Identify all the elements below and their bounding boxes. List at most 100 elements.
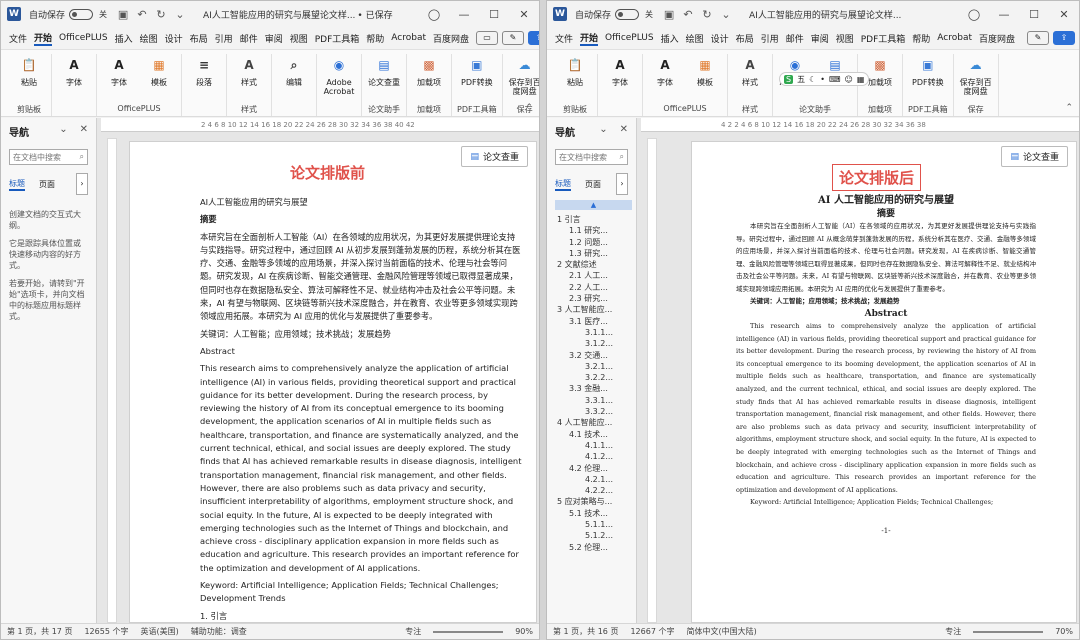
- ribbon-button[interactable]: ☁ 保存到百度网盘: [508, 54, 539, 97]
- nav-options-icon[interactable]: ⌄: [59, 124, 67, 139]
- outline-item[interactable]: 3.3 金融...: [547, 383, 636, 394]
- ribbon-button[interactable]: A 字体: [57, 54, 91, 88]
- nav-search-input[interactable]: 在文档中搜索 ⌕: [9, 149, 88, 165]
- focus-mode[interactable]: 专注: [945, 626, 961, 637]
- search-icon[interactable]: ⌕: [620, 152, 624, 162]
- ribbon-button[interactable]: 📋 粘贴: [12, 54, 46, 88]
- close-icon[interactable]: ✕: [1049, 8, 1079, 21]
- ribbon-button[interactable]: ▩ 加载项: [412, 54, 446, 88]
- outline-item[interactable]: 3.2 交通...: [547, 350, 636, 361]
- outline-item[interactable]: 4.1.1...: [547, 440, 636, 451]
- outline-item[interactable]: 2.1 人工...: [547, 270, 636, 281]
- outline-item[interactable]: 3.1.1...: [547, 327, 636, 338]
- menu-item[interactable]: 插入: [115, 32, 133, 45]
- menu-item[interactable]: 设计: [711, 32, 729, 45]
- menu-item[interactable]: OfficePLUS: [59, 33, 108, 43]
- outline-item[interactable]: 3.1.2...: [547, 338, 636, 349]
- ribbon-button[interactable]: ⌕ 编辑: [277, 54, 311, 88]
- outline-item[interactable]: 4.2 伦理...: [547, 463, 636, 474]
- autosave-toggle[interactable]: [615, 8, 640, 20]
- outline-item[interactable]: 3.2.2...: [547, 372, 636, 383]
- zoom-slider[interactable]: [433, 630, 504, 633]
- menu-item[interactable]: Acrobat: [937, 33, 972, 43]
- word-count[interactable]: 12655 个字: [84, 626, 128, 637]
- ribbon-button[interactable]: ≡ 段落: [187, 54, 221, 88]
- language[interactable]: 英语(美国): [140, 626, 178, 637]
- share-icon[interactable]: ⇪: [528, 31, 539, 45]
- editing-mode-icon[interactable]: ✎: [1027, 31, 1049, 45]
- menu-item[interactable]: 设计: [165, 32, 183, 45]
- menu-item[interactable]: 绘图: [686, 32, 704, 45]
- vertical-ruler[interactable]: [647, 138, 657, 623]
- close-icon[interactable]: ✕: [509, 8, 539, 21]
- ribbon-button[interactable]: A 字体: [648, 54, 682, 88]
- menu-item[interactable]: OfficePLUS: [605, 33, 654, 43]
- ribbon-button[interactable]: ▤ 论文查重: [367, 54, 401, 88]
- redo-icon[interactable]: ↻: [153, 8, 169, 21]
- ime-dot-icon[interactable]: •: [820, 75, 825, 84]
- outline-item[interactable]: 3.3.2...: [547, 406, 636, 417]
- ribbon-button[interactable]: ◉ Adobe Acrobat: [322, 54, 356, 97]
- comment-icon[interactable]: ▭: [476, 31, 499, 45]
- collapse-ribbon-icon[interactable]: ⌃: [525, 103, 533, 113]
- ime-mode-icon[interactable]: 五: [797, 74, 805, 85]
- share-icon[interactable]: ⇪: [1053, 31, 1075, 45]
- account-icon[interactable]: ◯: [419, 8, 449, 21]
- menu-item[interactable]: 帮助: [912, 32, 930, 45]
- autosave-toggle[interactable]: [69, 8, 94, 20]
- paper-check-button[interactable]: ▤ 论文查重: [461, 146, 528, 167]
- tab-headings[interactable]: 标题: [9, 178, 25, 191]
- menu-item[interactable]: 邮件: [240, 32, 258, 45]
- redo-icon[interactable]: ↻: [699, 8, 715, 21]
- outline-item[interactable]: 2.3 研究...: [547, 293, 636, 304]
- zoom-level[interactable]: 70%: [1055, 627, 1079, 636]
- outline-item[interactable]: 5 应对策略与...: [547, 496, 636, 507]
- outline-item[interactable]: 4.2.2...: [547, 485, 636, 496]
- undo-icon[interactable]: ↶: [134, 8, 150, 21]
- vertical-ruler[interactable]: [107, 138, 117, 623]
- ime-grid-icon[interactable]: ▦: [857, 75, 865, 84]
- menu-item[interactable]: PDF工具箱: [861, 32, 906, 45]
- minimize-icon[interactable]: —: [449, 8, 479, 21]
- menu-item[interactable]: 开始: [34, 31, 53, 46]
- ime-moon-icon[interactable]: ☾: [809, 75, 816, 84]
- ime-toolbar[interactable]: S 五 ☾ • ⌨ ☺ ▦: [779, 72, 870, 86]
- restore-icon[interactable]: ☐: [1019, 8, 1049, 21]
- menu-item[interactable]: 开始: [580, 31, 599, 46]
- outline-item[interactable]: 4.1 技术...: [547, 429, 636, 440]
- tab-headings[interactable]: 标题: [555, 178, 571, 191]
- menu-item[interactable]: 插入: [661, 32, 679, 45]
- outline-item[interactable]: 1.3 研究...: [547, 248, 636, 259]
- page-count[interactable]: 第 1 页，共 16 页: [553, 626, 618, 637]
- ribbon-button[interactable]: A 字体: [603, 54, 637, 88]
- minimize-icon[interactable]: —: [989, 8, 1019, 21]
- menu-item[interactable]: 百度网盘: [979, 32, 1015, 45]
- nav-next-icon[interactable]: ›: [76, 173, 88, 195]
- ribbon-button[interactable]: A 样式: [733, 54, 767, 88]
- ribbon-button[interactable]: A 字体: [102, 54, 136, 88]
- ribbon-button[interactable]: ▣ PDF转换: [460, 54, 494, 88]
- nav-search-input[interactable]: 在文档中搜索 ⌕: [555, 149, 628, 165]
- menu-item[interactable]: 帮助: [366, 32, 384, 45]
- more-icon[interactable]: ⌄: [718, 8, 734, 21]
- menu-item[interactable]: 绘图: [140, 32, 158, 45]
- ribbon-button[interactable]: ▦ 模板: [142, 54, 176, 88]
- more-icon[interactable]: ⌄: [172, 8, 188, 21]
- zoom-slider[interactable]: [973, 630, 1044, 633]
- paper-check-button[interactable]: ▤ 论文查重: [1001, 146, 1068, 167]
- menu-item[interactable]: 邮件: [786, 32, 804, 45]
- ribbon-button[interactable]: 📋 粘贴: [558, 54, 592, 88]
- tab-pages[interactable]: 页面: [39, 179, 55, 190]
- ime-user-icon[interactable]: ☺: [845, 75, 853, 84]
- search-icon[interactable]: ⌕: [80, 152, 84, 162]
- menu-item[interactable]: 视图: [290, 32, 308, 45]
- outline-item[interactable]: 5.1.2...: [547, 530, 636, 541]
- menu-item[interactable]: Acrobat: [391, 33, 426, 43]
- menu-item[interactable]: 审阅: [265, 32, 283, 45]
- ribbon-button[interactable]: ☁ 保存到百度网盘: [959, 54, 993, 97]
- language[interactable]: 简体中文(中国大陆): [686, 626, 756, 637]
- horizontal-ruler[interactable]: 4 2 2 4 6 8 10 12 14 16 18 20 22 24 26 2…: [641, 118, 1079, 132]
- undo-icon[interactable]: ↶: [680, 8, 696, 21]
- outline-item[interactable]: 1.2 问题...: [547, 237, 636, 248]
- restore-icon[interactable]: ☐: [479, 8, 509, 21]
